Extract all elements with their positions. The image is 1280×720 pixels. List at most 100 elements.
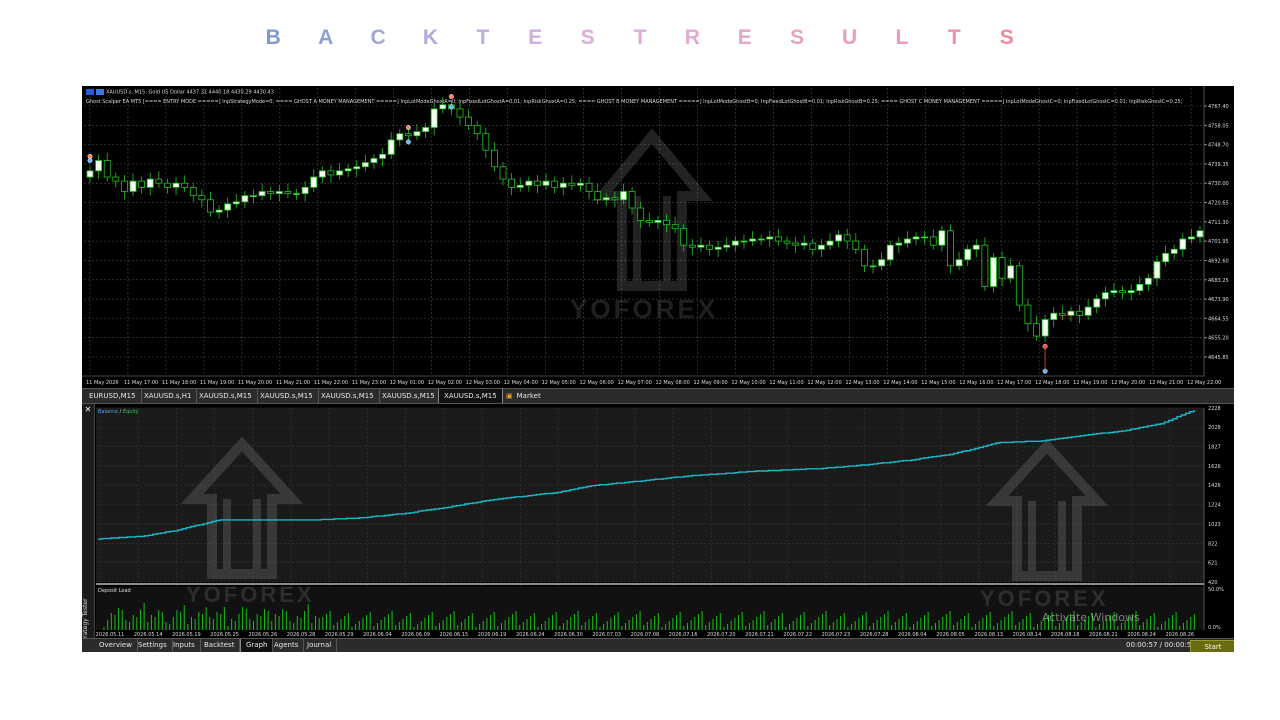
activate-windows-notice: Activate Windows: [1042, 611, 1140, 624]
tester-tab[interactable]: Agents: [269, 639, 305, 652]
candle-body: [843, 234, 851, 242]
start-button[interactable]: Start: [1190, 640, 1234, 652]
legend-balance: Balance: [98, 409, 118, 415]
candle-body: [129, 180, 137, 192]
candle-body: [387, 139, 395, 155]
load-axis-label: 50.0%: [1208, 587, 1224, 593]
candle-body: [929, 236, 937, 246]
candle-body: [310, 176, 318, 188]
price-chart[interactable]: 4767.40 4758.05 4748.70 4739.35 4730.00 4720.…: [82, 86, 1234, 388]
candle-body: [439, 104, 447, 110]
headline-letter: T: [947, 26, 961, 49]
time-label: 12 May 07:00: [618, 380, 652, 386]
candle-body: [1170, 248, 1178, 254]
time-label: 12 May 20:00: [1111, 380, 1145, 386]
time-label: 12 May 14:00: [883, 380, 917, 386]
tester-tab[interactable]: Inputs: [168, 639, 201, 652]
price-label: 4720.65: [1208, 201, 1229, 207]
time-label: 12 May 16:00: [959, 380, 993, 386]
candle-body: [938, 230, 946, 246]
candle-body: [396, 133, 404, 141]
watermark-text: YOFOREX: [570, 294, 719, 324]
time-label: 11 May 2026: [86, 380, 119, 386]
balance-axis-label: 1224: [1208, 503, 1221, 509]
candle-body: [258, 191, 266, 197]
candle-body: [164, 182, 171, 188]
balance-axis-label: 621: [1208, 561, 1218, 567]
trade-marker-icon: [405, 139, 411, 145]
tester-tab[interactable]: Journal: [302, 639, 338, 652]
balance-axis-label: 1426: [1208, 483, 1221, 489]
time-label: 11 May 18:00: [162, 380, 196, 386]
chart-tab[interactable]: XAUUSD.s,M15: [438, 389, 503, 403]
candle-body: [990, 257, 997, 287]
candle-body: [766, 236, 774, 240]
candle-body: [430, 108, 438, 128]
candle-body: [688, 244, 696, 248]
chart-tab[interactable]: XAUUSD.s,M15: [377, 389, 441, 403]
time-label: 12 May 19:00: [1073, 380, 1107, 386]
chart-tab[interactable]: XAUUSD.s,M15: [255, 389, 319, 403]
tester-tab[interactable]: Settings: [133, 639, 173, 652]
watermark-text-left: YOFOREX: [186, 582, 315, 607]
candle-body: [525, 180, 533, 186]
time-label: 12 May 09:00: [693, 380, 727, 386]
trade-marker-icon: [87, 158, 93, 163]
balance-axis-label: 2028: [1208, 425, 1221, 431]
candle-body: [404, 133, 412, 137]
time-label: 11 May 21:00: [276, 380, 310, 386]
chart-tab[interactable]: XAUUSD.s,M15: [194, 389, 258, 403]
market-button[interactable]: ▣ Market: [506, 389, 541, 403]
candle-body: [809, 242, 817, 250]
candle-body: [1162, 253, 1169, 263]
candle-body: [861, 248, 868, 267]
candle-body: [714, 246, 722, 250]
candle-body: [611, 197, 619, 201]
balance-plot-area: [96, 408, 1204, 582]
balance-axis-label: 420: [1208, 580, 1218, 586]
price-label: 4748.70: [1208, 143, 1229, 149]
chart-tab[interactable]: XAUUSD.s,H1: [139, 389, 198, 403]
time-label: 11 May 23:00: [352, 380, 386, 386]
candle-body: [1136, 284, 1144, 292]
candle-body: [800, 242, 808, 246]
candle-body: [1127, 290, 1135, 294]
chart-tab[interactable]: XAUUSD.s,M15: [316, 389, 380, 403]
legend-equity: Equity: [123, 409, 139, 415]
candle-body: [318, 170, 326, 178]
candle-body: [1101, 292, 1109, 300]
tester-tab[interactable]: Backtest: [199, 639, 241, 652]
price-label: 4673.90: [1208, 297, 1229, 303]
tester-tab[interactable]: Overview: [94, 639, 138, 652]
candle-body: [172, 182, 180, 188]
deposit-load-label: Deposit Load: [98, 588, 131, 594]
time-label: 12 May 02:00: [428, 380, 462, 386]
candle-body: [112, 176, 120, 182]
ea-parameters-text: Ghost Scalper EA MT5 [==== ENTRY MODE ==…: [86, 99, 1183, 105]
candle-body: [886, 244, 894, 261]
balance-axis-label: 1626: [1208, 464, 1221, 470]
candle-body: [551, 180, 559, 188]
load-axis-label: 0.0%: [1208, 625, 1221, 631]
balance-axis-label: 1023: [1208, 522, 1221, 528]
price-label: 4692.60: [1208, 258, 1229, 264]
balance-axis-label: 1827: [1208, 445, 1221, 451]
headline-letter: S: [999, 26, 1014, 49]
candle-body: [284, 191, 292, 194]
candle-body: [912, 236, 920, 240]
candle-body: [189, 186, 197, 197]
candle-body: [267, 191, 275, 194]
candle-body: [878, 259, 886, 267]
candle-body: [731, 240, 739, 246]
time-label: 12 May 04:00: [504, 380, 538, 386]
chart-tab[interactable]: EURUSD,M15: [84, 389, 142, 403]
balance-axis-label: 2228: [1208, 406, 1221, 412]
trade-marker-icon: [87, 153, 93, 159]
candle-body: [138, 180, 146, 188]
candle-body: [508, 178, 516, 188]
headline-letter: A: [318, 26, 334, 49]
candle-body: [671, 224, 679, 230]
headline-letter: C: [370, 26, 386, 49]
candle-body: [86, 170, 94, 178]
candle-body: [181, 182, 189, 188]
